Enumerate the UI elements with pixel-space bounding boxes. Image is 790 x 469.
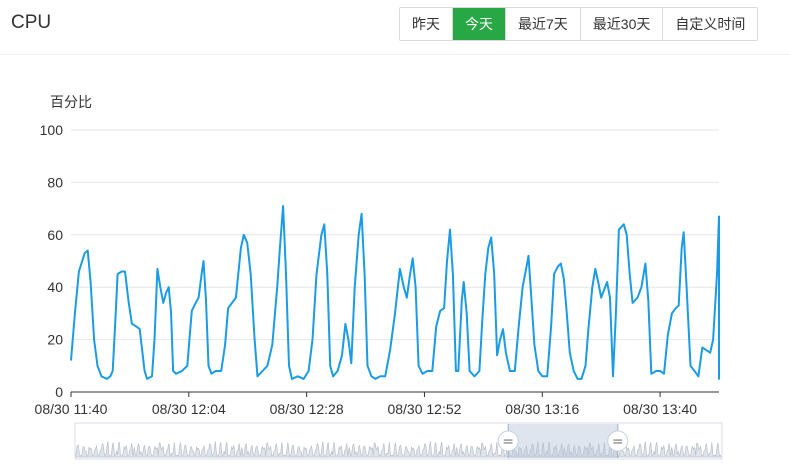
x-tick-label: 08/30 11:40 (35, 401, 108, 417)
drag-handle-icon: = (612, 434, 624, 450)
y-tick-label: 0 (55, 384, 63, 400)
series-line (70, 205, 720, 380)
x-tick-label: 08/30 12:52 (387, 401, 461, 417)
y-tick-label: 100 (40, 122, 64, 138)
x-axis-ticks: 08/30 11:40 08/30 12:04 08/30 12:28 08/30 1… (35, 392, 697, 417)
x-tick-label: 08/30 12:04 (152, 401, 226, 417)
cpu-chart: 百分比 020406080100 08/30 11:40 08/30 12:04 0… (35, 94, 723, 460)
x-tick-label: 08/30 13:40 (623, 401, 697, 417)
y-axis-ticks: 0 20 40 60 80 100 (40, 122, 64, 400)
y-tick-label: 40 (47, 279, 63, 295)
y-axis-label: 百分比 (50, 94, 92, 110)
x-tick-label: 08/30 12:28 (270, 401, 344, 417)
y-tick-label: 20 (47, 332, 63, 348)
slider-window[interactable] (508, 424, 618, 458)
x-tick-label: 08/30 13:16 (505, 401, 579, 417)
drag-handle-icon: = (502, 434, 514, 450)
y-tick-label: 80 (47, 174, 63, 190)
zoom-slider[interactable]: = = (74, 422, 723, 460)
y-tick-label: 60 (47, 227, 63, 243)
